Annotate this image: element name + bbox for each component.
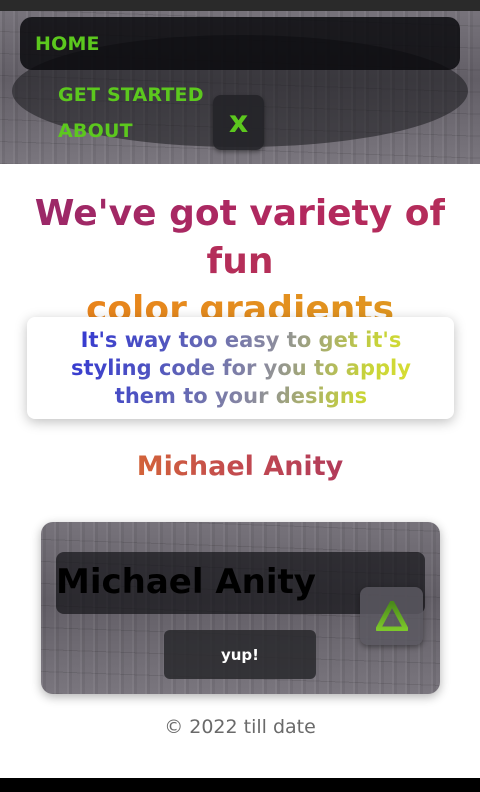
triangle-button[interactable] (360, 587, 423, 645)
hero-headline: We've got variety of fun color gradients (0, 190, 480, 334)
triangle-icon (375, 601, 408, 631)
close-icon: x (228, 105, 249, 140)
site-header: HOME GET STARTED ABOUT x (0, 11, 480, 164)
tagline-text: It's way too easy to get it's styling co… (41, 326, 441, 410)
profile-card: Michael Anity yup! (41, 522, 440, 694)
top-status-strip (0, 0, 480, 11)
nav-link-about[interactable]: ABOUT (58, 120, 133, 142)
footer-copyright: © 2022 till date (164, 716, 316, 738)
bottom-bar (0, 778, 480, 792)
nav-link-get-started[interactable]: GET STARTED (58, 84, 204, 106)
author-name-heading: Michael Anity (0, 450, 480, 484)
yup-button[interactable]: yup! (164, 630, 316, 679)
close-menu-button[interactable]: x (213, 95, 264, 150)
headline-line-1: We've got variety of fun (34, 193, 446, 282)
tagline-card: It's way too easy to get it's styling co… (27, 317, 454, 419)
card-author-name: Michael Anity (56, 562, 316, 602)
nav-link-home[interactable]: HOME (35, 33, 100, 55)
